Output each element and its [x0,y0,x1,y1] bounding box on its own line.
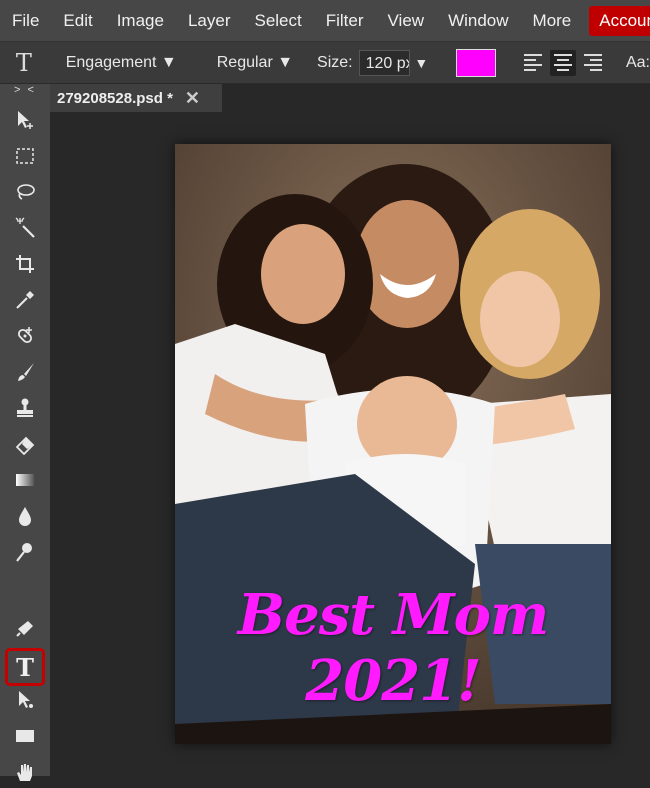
blur-tool-icon[interactable] [7,500,43,532]
document-canvas[interactable]: Best Mom 2021! [175,144,611,744]
eyedropper-tool-icon[interactable] [7,284,43,316]
menu-layer[interactable]: Layer [176,0,243,42]
type-tool-button[interactable]: T [5,648,45,686]
text-align-group [520,49,606,76]
eraser-tool-icon[interactable] [7,428,43,460]
lasso-tool-icon[interactable] [7,176,43,208]
document-tab-bar: 279208528.psd * ✕ [50,84,650,112]
options-bar: T Engagement ▼ Regular ▼ Size: 120 px ▼ … [0,42,650,84]
hand-tool-icon[interactable] [7,756,43,788]
menu-select[interactable]: Select [242,0,313,42]
anti-alias-label[interactable]: Aa: [626,54,650,72]
document-tab[interactable]: 279208528.psd * ✕ [50,84,222,112]
font-size-dropdown-arrow[interactable]: ▼ [414,55,428,71]
toolbox: > < T [0,84,51,781]
canvas-text-layer[interactable]: Best Mom 2021! [175,582,611,714]
size-label: Size: [317,53,353,71]
type-tool-icon: T [15,48,32,77]
magic-wand-tool-icon[interactable] [7,212,43,244]
path-select-tool-icon[interactable] [7,684,43,716]
marquee-tool-icon[interactable] [7,140,43,172]
menu-image[interactable]: Image [105,0,176,42]
menu-bar: File Edit Image Layer Select Filter View… [0,0,650,42]
healing-tool-icon[interactable] [7,320,43,352]
dodge-tool-icon[interactable] [7,536,43,568]
menu-filter[interactable]: Filter [314,0,376,42]
collapse-toolbox-icon[interactable]: > < [0,84,50,98]
align-left-icon[interactable] [520,50,546,76]
menu-file[interactable]: File [0,0,51,42]
move-tool-icon[interactable] [7,104,43,136]
shape-tool-icon[interactable] [7,720,43,752]
menu-edit[interactable]: Edit [51,0,104,42]
text-color-swatch[interactable] [456,48,496,77]
menu-more[interactable]: More [521,0,584,42]
font-size-input[interactable]: 120 px [358,49,411,76]
gradient-tool-icon[interactable] [7,464,43,496]
align-right-icon[interactable] [580,50,606,76]
close-icon[interactable]: ✕ [185,88,200,109]
align-center-icon[interactable] [549,49,576,76]
font-style-dropdown[interactable]: Regular ▼ [217,54,293,72]
menu-window[interactable]: Window [436,0,520,42]
crop-tool-icon[interactable] [7,248,43,280]
menu-view[interactable]: View [376,0,437,42]
type-tool-icon: T [16,652,34,682]
document-tab-title: 279208528.psd * [57,89,173,107]
account-button[interactable]: Accoun [589,5,650,36]
brush-tool-icon[interactable] [7,356,43,388]
stamp-tool-icon[interactable] [7,392,43,424]
pen-tool-icon[interactable] [7,612,43,644]
font-family-dropdown[interactable]: Engagement ▼ [66,54,177,72]
